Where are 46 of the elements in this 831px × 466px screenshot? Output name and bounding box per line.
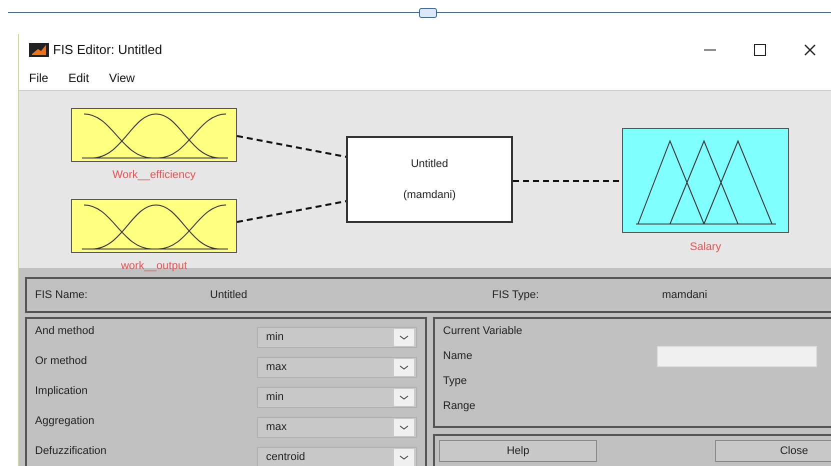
chevron-down-icon [394,359,414,376]
input-variable-box[interactable] [71,108,237,162]
method-dropdown[interactable]: min [257,387,417,408]
menu-item[interactable]: Edit [68,69,90,87]
output-variable-label: Salary [688,240,722,255]
input-variable-label: work__output [120,259,188,274]
input-variable-label: Work__efficiency [111,168,197,183]
method-dropdown[interactable]: centroid [257,447,417,466]
method-dropdown[interactable]: max [257,417,417,438]
system-type: (mamdani) [403,188,456,202]
dialog-button[interactable]: Close [715,440,831,462]
window-title: FIS Editor: Untitled [53,41,162,60]
app-logo-icon [29,43,49,57]
method-label: Aggregation [35,414,96,429]
chevron-down-icon [394,419,414,436]
method-dropdown[interactable]: max [257,357,417,378]
chevron-down-icon [394,389,414,406]
method-label: Defuzzification [35,444,108,459]
method-dropdown[interactable]: min [257,327,417,348]
membership-curves-icon [82,203,228,250]
chevron-down-icon [394,449,414,466]
menu-item[interactable]: File [29,69,48,87]
membership-curves-icon [82,112,228,159]
system-name: Untitled [410,157,448,172]
fis-name-value: Untitled [210,288,248,303]
close-icon[interactable] [803,43,817,57]
chevron-down-icon [394,329,414,346]
variable-field-label: Name [443,348,474,364]
variable-field-label: Type [443,374,468,389]
current-variable-title: Current Variable [443,324,524,339]
name-field[interactable] [657,346,817,366]
method-label: Or method [35,354,88,369]
input-variable-box[interactable] [71,199,237,253]
fis-name-label: FIS Name: [35,288,89,303]
menu-item[interactable]: View [109,69,135,87]
method-label: And method [35,324,96,339]
maximize-icon[interactable] [753,43,767,57]
system-box[interactable]: Untitled (mamdani) [346,136,513,223]
resize-handle-icon[interactable] [419,8,437,18]
dialog-button[interactable]: Help [439,440,597,462]
output-variable-box[interactable] [622,128,789,233]
membership-triangles-icon [636,139,776,225]
variable-field-label: Range [443,398,476,414]
fis-type-label: FIS Type: [492,288,540,303]
fis-type-value: mamdani [662,288,708,303]
method-label: Implication [35,384,89,399]
